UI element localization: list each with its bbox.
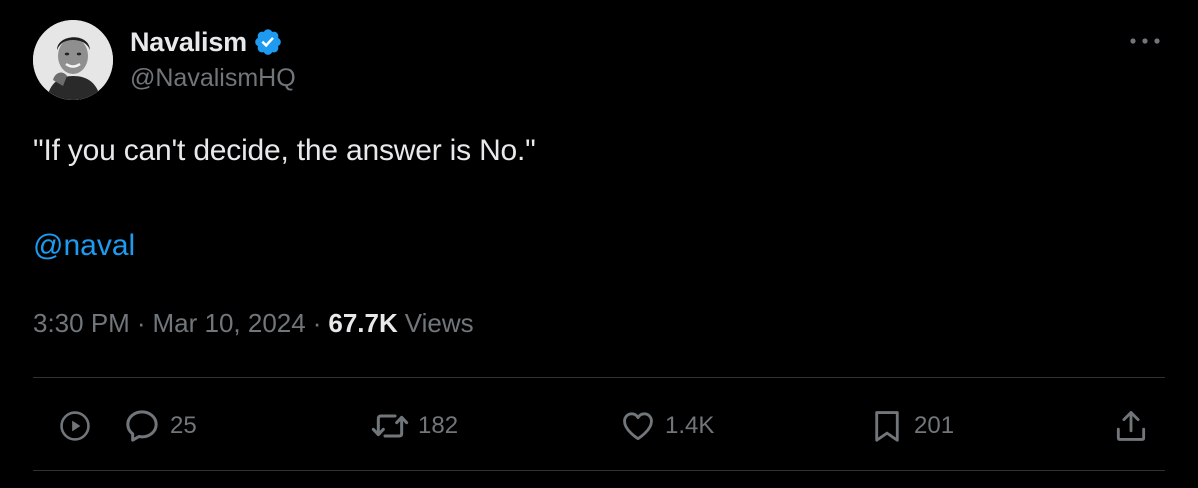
avatar-portrait-icon [33, 20, 113, 100]
reply-bubble-icon [126, 410, 158, 442]
action-bar: 25 182 1.4K 201 [0, 400, 1198, 452]
author-handle[interactable]: @NavalismHQ [130, 64, 296, 93]
bookmark-button[interactable]: 201 [868, 400, 954, 452]
play-button[interactable] [58, 400, 92, 452]
more-options-icon [1130, 38, 1160, 44]
bookmark-icon [875, 411, 899, 442]
tweet-time[interactable]: 3:30 PM [33, 308, 130, 339]
repost-button[interactable]: 182 [370, 400, 458, 452]
views-count[interactable]: 67.7K [328, 308, 397, 339]
divider [33, 377, 1165, 378]
author-avatar[interactable] [33, 20, 113, 100]
play-circle-icon [60, 411, 90, 441]
repost-arrows-icon [371, 414, 409, 438]
more-options-button[interactable] [1125, 26, 1165, 56]
tweet-card: Navalism @NavalismHQ "If you can't decid… [0, 0, 1198, 488]
author-name-row: Navalism [130, 24, 283, 60]
author-display-name[interactable]: Navalism [130, 27, 247, 58]
tweet-text: "If you can't decide, the answer is No." [33, 134, 536, 167]
like-button[interactable]: 1.4K [619, 400, 714, 452]
like-count: 1.4K [665, 412, 715, 439]
tweet-mention-link[interactable]: @naval [33, 229, 135, 263]
reply-count: 25 [170, 412, 197, 439]
tweet-meta: 3:30 PM · Mar 10, 2024 · 67.7K Views [33, 308, 474, 339]
meta-separator: · [136, 308, 146, 338]
share-button[interactable] [1112, 400, 1150, 452]
tweet-date[interactable]: Mar 10, 2024 [153, 308, 306, 339]
verified-badge-icon[interactable] [253, 27, 283, 57]
heart-icon [623, 412, 653, 441]
views-label: Views [404, 308, 474, 338]
divider [33, 470, 1165, 471]
repost-count: 182 [418, 412, 459, 439]
share-upload-icon [1116, 411, 1146, 441]
reply-button[interactable]: 25 [122, 400, 197, 452]
meta-separator: · [312, 308, 322, 338]
bookmark-count: 201 [914, 412, 955, 439]
